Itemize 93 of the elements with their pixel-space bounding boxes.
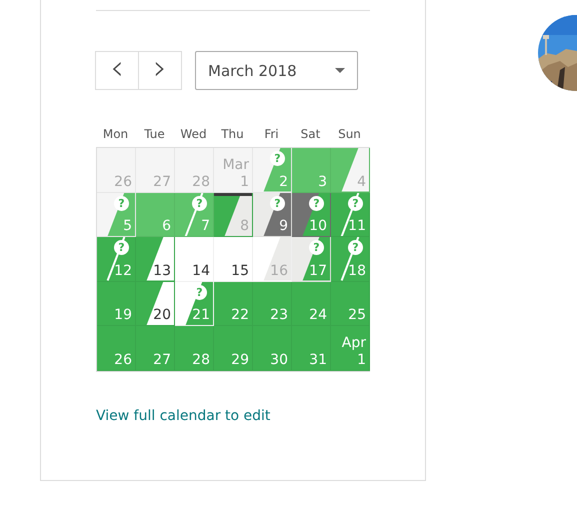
- calendar-day[interactable]: 14: [175, 237, 214, 282]
- calendar-day[interactable]: 13: [136, 237, 175, 282]
- calendar-day[interactable]: 28: [175, 148, 214, 192]
- calendar-day[interactable]: 30: [253, 326, 292, 370]
- calendar-day[interactable]: Apr 1: [331, 326, 370, 370]
- day-number: 19: [114, 307, 132, 323]
- calendar-day[interactable]: ? 5: [97, 192, 136, 237]
- note-badge: ?: [309, 240, 324, 255]
- calendar-day[interactable]: ? 17: [292, 237, 331, 282]
- calendar-day[interactable]: 31: [292, 326, 331, 370]
- weekday-label: Sat: [300, 127, 322, 141]
- calendar-day[interactable]: 20: [136, 282, 175, 326]
- calendar-day[interactable]: 19: [97, 282, 136, 326]
- full-calendar-link[interactable]: View full calendar to edit: [96, 408, 270, 424]
- calendar-day[interactable]: ? 21: [175, 282, 214, 326]
- day-number: 28: [192, 174, 210, 190]
- day-number: 27: [153, 174, 171, 190]
- calendar-day[interactable]: Mar 1: [214, 148, 253, 192]
- weekday-label: Sun: [337, 127, 362, 141]
- day-number: 7: [201, 218, 210, 234]
- day-number: 16: [270, 262, 288, 278]
- day-number: 20: [153, 307, 171, 323]
- calendar-day[interactable]: 25: [331, 282, 370, 326]
- calendar-day[interactable]: 29: [214, 326, 253, 370]
- day-number: 25: [348, 307, 366, 323]
- weekday-label: Mon: [102, 127, 130, 141]
- calendar-day[interactable]: 15: [214, 237, 253, 282]
- day-number: 3: [318, 174, 327, 190]
- calendar-day[interactable]: 24: [292, 282, 331, 326]
- month-select[interactable]: March 2018: [195, 51, 358, 90]
- calendar-day[interactable]: 26: [97, 326, 136, 370]
- calendar-day[interactable]: ? 18: [331, 237, 370, 282]
- weekday-label: Tue: [143, 127, 166, 141]
- day-number: 1: [357, 352, 366, 368]
- calendar-day[interactable]: ? 10: [292, 192, 331, 237]
- calendar-day[interactable]: 23: [253, 282, 292, 326]
- day-number: 26: [114, 352, 132, 368]
- calendar-day[interactable]: 16: [253, 237, 292, 282]
- calendar-day[interactable]: ? 12: [97, 237, 136, 282]
- note-badge: ?: [270, 196, 285, 210]
- day-number: 27: [153, 352, 171, 368]
- calendar-day[interactable]: 22: [214, 282, 253, 326]
- weekday-label: Thu: [220, 127, 245, 141]
- calendar-day[interactable]: ? 9: [253, 192, 292, 237]
- day-number: 18: [348, 262, 366, 278]
- day-number: 26: [114, 174, 132, 190]
- note-badge: ?: [192, 196, 207, 210]
- day-number: 21: [192, 307, 210, 323]
- day-number: 10: [309, 218, 327, 234]
- day-number: 15: [231, 262, 249, 278]
- note-badge: ?: [309, 196, 324, 210]
- calendar-day[interactable]: 27: [136, 326, 175, 370]
- month-label: Mar: [222, 156, 249, 172]
- day-number: 17: [309, 262, 327, 278]
- calendar-day[interactable]: 6: [136, 192, 175, 237]
- calendar-day[interactable]: 4: [331, 148, 370, 192]
- day-number: 22: [231, 307, 249, 323]
- note-badge: ?: [270, 151, 285, 166]
- note-badge: ?: [114, 196, 129, 210]
- day-number: 6: [162, 218, 171, 234]
- day-number: 5: [123, 218, 132, 234]
- day-number: 24: [309, 307, 327, 323]
- calendar-day[interactable]: ? 2: [253, 148, 292, 192]
- calendar-day[interactable]: 27: [136, 148, 175, 192]
- weekday-label: Fri: [263, 127, 280, 141]
- day-number: 30: [270, 352, 288, 368]
- day-number: 2: [279, 174, 288, 190]
- day-number: 31: [309, 352, 327, 368]
- day-number: 9: [279, 218, 288, 234]
- day-number: 11: [348, 218, 366, 234]
- caret-icon: [335, 68, 345, 73]
- previous-month-button[interactable]: ‹: [95, 51, 139, 90]
- note-badge: ?: [348, 196, 363, 210]
- day-number: 23: [270, 307, 288, 323]
- calendar-day[interactable]: ? 11: [331, 192, 370, 237]
- month-label: Apr: [342, 334, 366, 350]
- day-number: 4: [357, 174, 366, 190]
- day-number: 29: [231, 352, 249, 368]
- calendar-day[interactable]: 3: [292, 148, 331, 192]
- calendar-day[interactable]: 26: [97, 148, 136, 192]
- day-number: 1: [240, 174, 249, 190]
- day-number: 13: [153, 262, 171, 278]
- calendar-day[interactable]: ? 7: [175, 192, 214, 237]
- day-number: 14: [192, 262, 210, 278]
- calendar-day[interactable]: 28: [175, 326, 214, 370]
- note-badge: ?: [348, 240, 363, 255]
- calendar-day[interactable]: 8: [214, 192, 253, 237]
- note-badge: ?: [114, 240, 129, 255]
- day-number: 28: [192, 352, 210, 368]
- weekday-label: Wed: [179, 127, 208, 141]
- next-month-button[interactable]: ›: [138, 51, 182, 90]
- day-number: 12: [114, 262, 132, 278]
- day-number: 8: [240, 218, 249, 234]
